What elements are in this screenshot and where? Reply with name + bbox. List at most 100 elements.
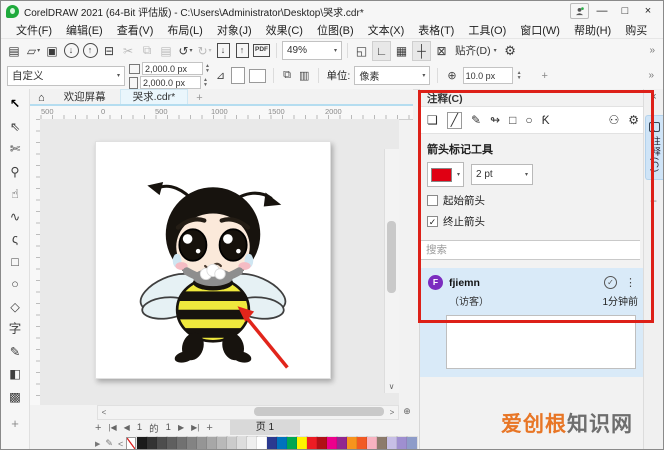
last-page-button[interactable]: ▶| [191, 423, 199, 432]
no-fill-swatch[interactable] [126, 437, 137, 449]
add-button[interactable]: + [540, 70, 550, 82]
color-swatch[interactable] [356, 436, 369, 449]
propertybar-overflow-button[interactable]: » [645, 70, 657, 81]
show-guidelines-button[interactable]: ┼ [412, 40, 431, 61]
color-swatch[interactable] [136, 436, 149, 449]
menu-item[interactable]: 购买 [618, 22, 654, 38]
home-icon[interactable]: ⌂ [33, 92, 50, 104]
account-icon[interactable] [570, 3, 589, 19]
snap-dropdown[interactable]: 贴齐(D) ▾ [452, 43, 500, 58]
toolbar-overflow-button[interactable]: » [646, 45, 658, 56]
eyedropper-tool[interactable]: ✎ [5, 343, 25, 361]
rectangle-tool[interactable]: □ [5, 253, 25, 271]
color-swatch[interactable] [146, 436, 159, 449]
new-tab-button[interactable]: + [190, 92, 208, 104]
comments-docker-tab[interactable]: 注释(C) [644, 115, 663, 181]
snap-off-button[interactable]: ⊠ [433, 42, 450, 60]
color-swatch[interactable] [156, 436, 169, 449]
nudge-input[interactable]: 10.0 px [462, 67, 513, 84]
end-arrow-checkbox[interactable]: ✓ [427, 216, 438, 227]
menu-item[interactable]: 位图(B) [310, 22, 361, 38]
polyline-note-tool-icon[interactable]: Ƙ [542, 113, 550, 127]
arrow-line-tool-icon[interactable]: ╱ [446, 111, 462, 129]
first-page-button[interactable]: |◀ [108, 423, 116, 432]
vertical-scrollbar-thumb[interactable] [387, 221, 396, 293]
open-button[interactable]: ▱ ▾ [25, 42, 42, 60]
landscape-button[interactable] [249, 68, 267, 83]
add-note-icon[interactable]: ❏ [427, 113, 438, 127]
text-tool[interactable]: 字 [5, 320, 25, 338]
freehand-tool[interactable]: ∿ [5, 208, 25, 226]
color-swatch[interactable] [166, 436, 179, 449]
vertical-scrollbar[interactable]: ∨ [384, 149, 399, 393]
copy-button[interactable]: ⧉ [139, 42, 156, 60]
comment-search-input[interactable] [420, 240, 640, 260]
cut-button[interactable]: ✂ [120, 42, 137, 60]
color-swatch[interactable] [346, 436, 359, 449]
color-swatch[interactable] [246, 436, 259, 449]
horizontal-scrollbar[interactable]: < > [97, 405, 399, 420]
docker-close-icon[interactable]: × [650, 91, 656, 103]
color-swatch[interactable] [216, 436, 229, 449]
color-swatch[interactable] [226, 436, 239, 449]
color-swatch[interactable] [276, 436, 289, 449]
page-width-input[interactable]: 2,000.0 px [142, 62, 203, 75]
save-button[interactable]: ▣ [44, 42, 61, 60]
add-docker-button[interactable]: + [650, 194, 657, 208]
color-swatch[interactable] [316, 436, 329, 449]
customize-toolbox-button[interactable]: + [11, 416, 19, 431]
add-page-button[interactable]: + [95, 422, 101, 434]
color-swatch[interactable] [286, 436, 299, 449]
close-button[interactable]: × [638, 4, 658, 19]
menu-item[interactable]: 文本(X) [361, 22, 412, 38]
portrait-button[interactable] [231, 67, 246, 84]
menu-item[interactable]: 窗口(W) [513, 22, 567, 38]
resolve-check-icon[interactable]: ✓ [604, 276, 617, 289]
menu-item[interactable]: 对象(J) [210, 22, 259, 38]
next-page-button[interactable]: ▶ [178, 423, 184, 432]
horizontal-scrollbar-thumb[interactable] [253, 407, 384, 416]
color-swatch[interactable] [196, 436, 209, 449]
ellipse-tool[interactable]: ○ [5, 275, 25, 293]
menu-item[interactable]: 布局(L) [160, 22, 209, 38]
full-screen-preview-button[interactable]: ◱ [353, 42, 370, 60]
shape-tool[interactable]: ⇖ [5, 118, 25, 136]
menu-item[interactable]: 编辑(E) [59, 22, 110, 38]
show-rulers-button[interactable]: ∟ [372, 40, 391, 61]
color-swatch[interactable] [236, 436, 249, 449]
start-arrow-checkbox[interactable] [427, 195, 438, 206]
color-swatch[interactable] [326, 436, 339, 449]
menu-item[interactable]: 效果(C) [259, 22, 310, 38]
cloud-upload-button[interactable]: ↑ [82, 42, 99, 60]
redo-button[interactable]: ↻ ▾ [196, 42, 213, 60]
comment-item[interactable]: F fjiemn ✓ ⋮ （访客） 1分钟前 [420, 268, 646, 377]
pen-tool-icon[interactable]: ✎ [471, 113, 481, 127]
drawing-canvas[interactable]: ∨ [40, 119, 399, 405]
color-swatch[interactable] [176, 436, 189, 449]
marker-tool-icon[interactable]: ↬ [490, 113, 500, 127]
menu-item[interactable]: 文件(F) [9, 22, 59, 38]
paste-button[interactable]: ▤ [158, 42, 175, 60]
page-1-tab[interactable]: 页 1 [229, 420, 301, 435]
menu-item[interactable]: 工具(O) [461, 22, 513, 38]
ellipse-note-tool-icon[interactable]: ○ [525, 113, 532, 127]
export-button[interactable]: ↑ [234, 42, 251, 60]
options-gear-icon[interactable]: ⚙ [502, 42, 519, 60]
minimize-button[interactable]: — [592, 4, 612, 19]
pick-tool[interactable]: ↖ [5, 95, 25, 113]
height-stepper[interactable]: ▲ ▼ [203, 77, 208, 88]
menu-item[interactable]: 帮助(H) [567, 22, 618, 38]
scroll-down-icon[interactable]: ∨ [385, 381, 398, 393]
show-grid-button[interactable]: ▦ [393, 42, 410, 60]
page-preset-dropdown[interactable]: 自定义 ▾ [7, 65, 125, 86]
scroll-right-icon[interactable]: > [386, 408, 398, 417]
comments-settings-gear-icon[interactable]: ⚙ [628, 113, 639, 127]
menu-item[interactable]: 表格(T) [411, 22, 461, 38]
color-swatch[interactable] [186, 436, 199, 449]
nudge-stepper[interactable]: ▲ ▼ [517, 70, 522, 81]
color-swatch[interactable] [406, 436, 419, 449]
units-dropdown[interactable]: 像素 ▾ [354, 66, 431, 85]
publish-pdf-button[interactable]: PDF [253, 42, 271, 60]
rectangle-note-tool-icon[interactable]: □ [509, 113, 516, 127]
color-swatch[interactable] [296, 436, 309, 449]
